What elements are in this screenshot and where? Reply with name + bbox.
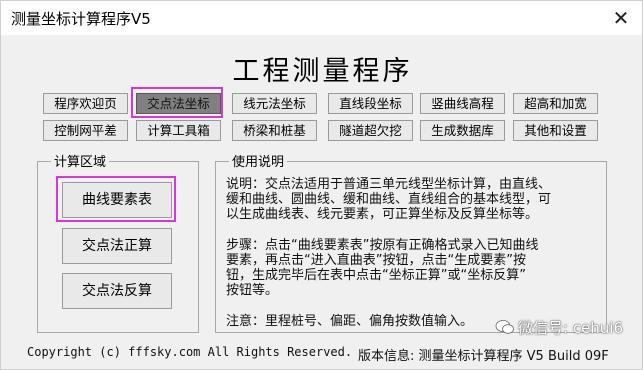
- close-button[interactable]: ✕: [606, 5, 636, 31]
- wechat-icon: [495, 320, 514, 334]
- forward-calc-button[interactable]: 交点法正算: [62, 228, 172, 264]
- calc-area-legend: 计算区域: [51, 151, 110, 170]
- usage-line: 按钮等。: [226, 283, 279, 298]
- curve-button-highlight: [56, 176, 176, 222]
- nav-welcome-button[interactable]: 程序欢迎页: [43, 93, 128, 114]
- nav-vertical-curve-button[interactable]: 竖曲线高程: [420, 93, 505, 114]
- nav-straight-coord-button[interactable]: 直线段坐标: [328, 93, 413, 114]
- copyright-text: Copyright (c) fffsky.com All Rights Rese…: [27, 345, 353, 359]
- nav-superelevation-button[interactable]: 超高和加宽: [513, 93, 598, 114]
- title-bar: 测量坐标计算程序V5 ✕: [1, 1, 642, 35]
- nav-network-adjust-button[interactable]: 控制网平差: [43, 120, 128, 141]
- usage-line: 说明：交点法适用于普通三单元线型坐标计算，由直线、: [226, 177, 552, 192]
- nav-database-button[interactable]: 生成数据库: [420, 120, 505, 141]
- window-title: 测量坐标计算程序V5: [11, 10, 151, 28]
- usage-line: 缓和曲线、圆曲线、缓和曲线、直线组合的基本线型，可: [226, 192, 552, 207]
- usage-line: 钮，生成完毕后在表中点击“坐标正算”或“坐标反算”: [226, 268, 526, 283]
- usage-line: 步骤：点击“曲线要素表”按原有正确格式录入已知曲线: [226, 238, 539, 253]
- nav-settings-button[interactable]: 其他和设置: [513, 120, 598, 141]
- inverse-calc-button[interactable]: 交点法反算: [62, 273, 172, 309]
- nav-toolbox-button[interactable]: 计算工具箱: [136, 120, 221, 141]
- nav-bridge-pile-button[interactable]: 桥梁和桩基: [232, 120, 317, 141]
- usage-text: 说明：交点法适用于普通三单元线型坐标计算，由直线、 缓和曲线、圆曲线、缓和曲线、…: [226, 177, 616, 329]
- usage-line: 以生成曲线表、线元要素，可正算坐标及反算坐标等。: [226, 207, 539, 222]
- active-tab-highlight: [131, 87, 223, 118]
- wechat-watermark: 微信号: cehui6: [495, 317, 623, 338]
- usage-line: 要素，再点击“进入直曲表”按钮，点击“生成要素”按: [226, 253, 526, 268]
- version-text: 版本信息: 测量坐标计算程序 V5 Build 09F: [358, 349, 609, 364]
- watermark-text: 微信号: cehui6: [518, 319, 624, 337]
- nav-tunnel-button[interactable]: 隧道超欠挖: [328, 120, 413, 141]
- app-heading: 工程测量程序: [232, 56, 413, 87]
- nav-element-coord-button[interactable]: 线元法坐标: [232, 93, 317, 114]
- usage-legend: 使用说明: [229, 151, 288, 170]
- app-window: 测量坐标计算程序V5 ✕ 工程测量程序 程序欢迎页 交点法坐标 线元法坐标 直线…: [0, 0, 643, 370]
